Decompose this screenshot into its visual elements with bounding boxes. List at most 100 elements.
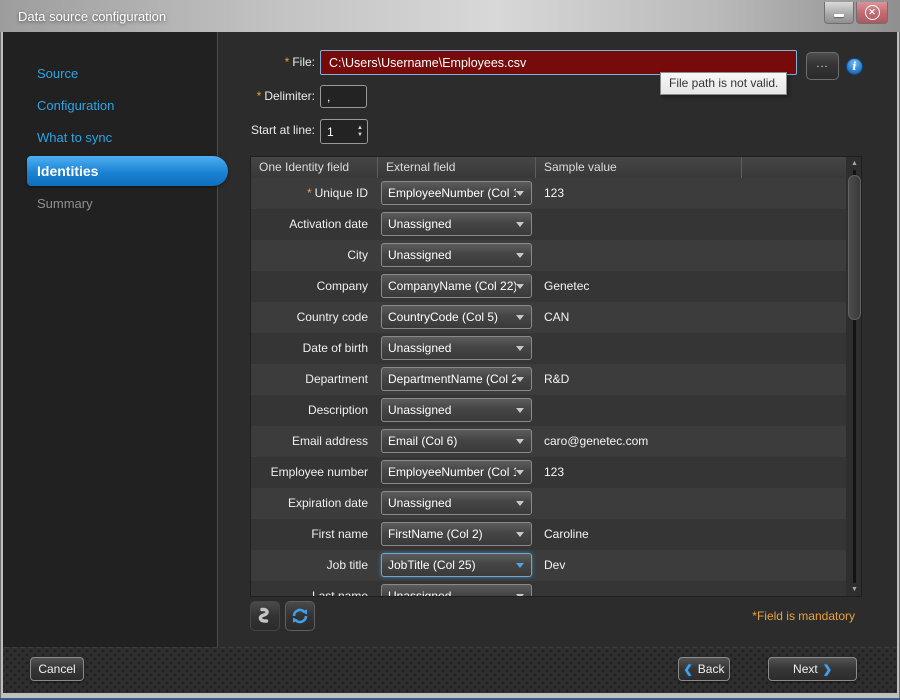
sample-value: 123 [536, 186, 742, 200]
column-header-external-field[interactable]: External field [378, 157, 536, 178]
info-icon[interactable]: i [846, 58, 863, 75]
dropdown-value: Unassigned [382, 248, 516, 262]
dropdown-value: DepartmentName (Col 23) [382, 372, 516, 386]
external-field-dropdown[interactable]: JobTitle (Col 25) [381, 553, 532, 577]
external-field-dropdown[interactable]: Email (Col 6) [381, 429, 532, 453]
table-row: Last nameUnassigned [251, 581, 846, 596]
cancel-label: Cancel [38, 662, 75, 676]
external-field-dropdown[interactable]: Unassigned [381, 336, 532, 360]
dropdown-value: Unassigned [382, 217, 516, 231]
scroll-up-icon[interactable]: ▲ [846, 157, 863, 170]
external-field-cell: Unassigned [378, 336, 536, 360]
mandatory-field-note: *Field is mandatory [752, 609, 855, 623]
column-header-identity-field[interactable]: One Identity field [251, 157, 378, 178]
table-header: One Identity field External field Sample… [251, 157, 846, 178]
external-field-cell: CountryCode (Col 5) [378, 305, 536, 329]
external-field-dropdown[interactable]: Unassigned [381, 584, 532, 596]
external-field-cell: EmployeeNumber (Col 18) [378, 460, 536, 484]
start-at-line-input[interactable] [321, 120, 353, 143]
external-field-dropdown[interactable]: Unassigned [381, 212, 532, 236]
dialog-content: SourceConfigurationWhat to syncIdentitie… [3, 32, 897, 693]
sidebar-spacer [3, 32, 217, 58]
cancel-button[interactable]: Cancel [30, 657, 84, 681]
external-field-dropdown[interactable]: Unassigned [381, 243, 532, 267]
sample-value: 123 [536, 465, 742, 479]
external-field-dropdown[interactable]: CompanyName (Col 22) [381, 274, 532, 298]
external-field-dropdown[interactable]: EmployeeNumber (Col 18) [381, 181, 532, 205]
window-title: Data source configuration [18, 9, 166, 24]
chevron-down-icon [516, 284, 524, 289]
table-row: First nameFirstName (Col 2)Caroline [251, 519, 846, 550]
start-at-line-label: Start at line: [219, 123, 315, 137]
table-row: Country codeCountryCode (Col 5) CAN [251, 302, 846, 333]
table-row: Expiration dateUnassigned [251, 488, 846, 519]
table-row: DescriptionUnassigned [251, 395, 846, 426]
sidebar-item-what-to-sync[interactable]: What to sync [3, 122, 217, 154]
external-field-cell: FirstName (Col 2) [378, 522, 536, 546]
scrollbar-thumb[interactable] [848, 175, 861, 320]
close-button[interactable]: ✕ [856, 2, 888, 24]
table-row: CompanyCompanyName (Col 22)Genetec [251, 271, 846, 302]
dropdown-value: EmployeeNumber (Col 18) [382, 465, 516, 479]
identity-field-label: Country code [251, 310, 378, 324]
delimiter-input[interactable] [320, 85, 367, 108]
identity-field-label: Date of birth [251, 341, 378, 355]
dropdown-value: Unassigned [382, 589, 516, 596]
identity-field-label: *Unique ID [251, 186, 378, 200]
minimize-button[interactable] [824, 2, 854, 24]
sample-value: CAN [536, 310, 742, 324]
field-mapping-table: One Identity field External field Sample… [250, 156, 862, 597]
dialog-window: Data source configuration ✕ SourceConfig… [0, 0, 900, 700]
refresh-button[interactable] [285, 601, 315, 631]
table-row: *Unique ID EmployeeNumber (Col 18) 123 [251, 178, 846, 209]
sidebar-nav: SourceConfigurationWhat to syncIdentitie… [3, 58, 217, 220]
chevron-down-icon [516, 439, 524, 444]
stepper-up-icon[interactable]: ▲ [357, 125, 363, 132]
sample-value: Caroline [536, 527, 742, 541]
chevron-down-icon [516, 532, 524, 537]
chevron-down-icon [516, 408, 524, 413]
browse-button[interactable]: ... [806, 52, 839, 80]
external-field-cell: EmployeeNumber (Col 18) [378, 181, 536, 205]
column-header-empty [742, 157, 846, 178]
external-field-dropdown[interactable]: CountryCode (Col 5) [381, 305, 532, 329]
validation-tooltip: File path is not valid. [660, 72, 787, 95]
external-field-dropdown[interactable]: Unassigned [381, 491, 532, 515]
stepper-down-icon[interactable]: ▼ [357, 132, 363, 139]
scroll-down-icon[interactable]: ▼ [846, 583, 863, 596]
external-field-dropdown[interactable]: FirstName (Col 2) [381, 522, 532, 546]
table-row: Email addressEmail (Col 6)caro@genetec.c… [251, 426, 846, 457]
chevron-down-icon [516, 346, 524, 351]
next-button[interactable]: Next ❯ [768, 657, 857, 681]
dropdown-value: EmployeeNumber (Col 18) [382, 186, 516, 200]
external-field-dropdown[interactable]: EmployeeNumber (Col 18) [381, 460, 532, 484]
required-mark: * [307, 186, 312, 200]
external-field-cell: DepartmentName (Col 23) [378, 367, 536, 391]
sidebar-item-source[interactable]: Source [3, 58, 217, 90]
sidebar-item-identities[interactable]: Identities [27, 156, 228, 186]
dropdown-value: JobTitle (Col 25) [382, 558, 516, 572]
external-field-cell: Unassigned [378, 491, 536, 515]
column-header-sample-value[interactable]: Sample value [536, 157, 742, 178]
back-button[interactable]: ❮ Back [678, 657, 730, 681]
chevron-down-icon [516, 377, 524, 382]
stepper-arrows[interactable]: ▲ ▼ [353, 120, 367, 143]
vertical-scrollbar[interactable]: ▲ ▼ [846, 157, 861, 596]
chevron-down-icon [516, 563, 524, 568]
footer-bar: Cancel ❮ Back Next ❯ [3, 647, 897, 693]
title-bar[interactable]: Data source configuration ✕ [0, 0, 900, 32]
back-label: Back [698, 662, 725, 676]
chevron-down-icon [516, 315, 524, 320]
external-field-dropdown[interactable]: Unassigned [381, 398, 532, 422]
start-at-line-stepper[interactable]: ▲ ▼ [320, 119, 368, 144]
chevron-down-icon [516, 501, 524, 506]
file-label: *File: [219, 55, 315, 69]
required-mark: * [257, 89, 262, 103]
dropdown-value: FirstName (Col 2) [382, 527, 516, 541]
clear-mappings-button[interactable] [250, 601, 280, 631]
chevron-down-icon [516, 470, 524, 475]
external-field-dropdown[interactable]: DepartmentName (Col 23) [381, 367, 532, 391]
sidebar-item-configuration[interactable]: Configuration [3, 90, 217, 122]
table-row: Date of birthUnassigned [251, 333, 846, 364]
ribbon-icon [255, 606, 275, 626]
